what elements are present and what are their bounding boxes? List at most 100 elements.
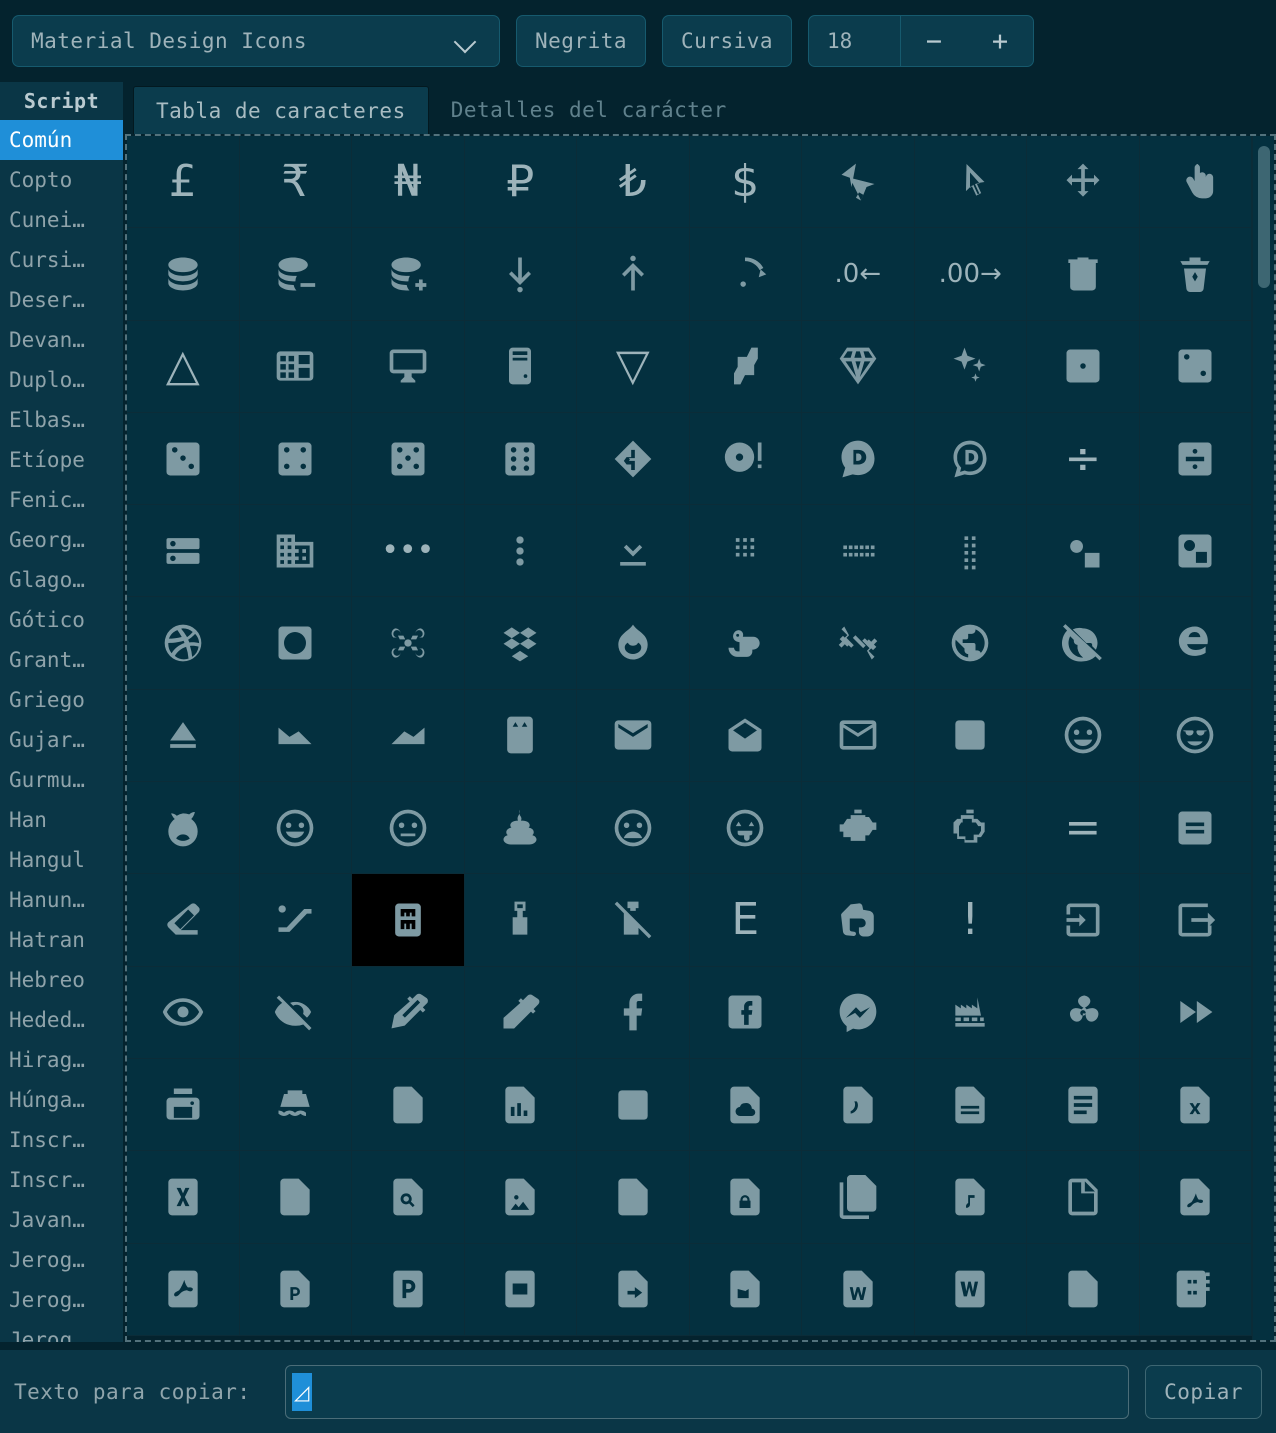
character-cell[interactable] [915,690,1028,782]
character-cell[interactable] [127,413,240,505]
script-item[interactable]: Jerog… [0,1320,123,1342]
character-cell[interactable] [690,690,803,782]
copy-text-input[interactable]: ◿ [285,1365,1130,1419]
script-item[interactable]: Común [0,120,123,160]
character-cell[interactable] [690,321,803,413]
font-size-value[interactable]: 18 [809,16,901,66]
italic-button[interactable]: Cursiva [662,15,792,67]
character-cell[interactable] [690,597,803,689]
script-item[interactable]: Hanun… [0,880,123,920]
character-cell[interactable] [465,782,578,874]
character-cell[interactable] [465,228,578,320]
character-cell[interactable] [1140,874,1253,966]
character-cell[interactable] [465,597,578,689]
character-cell[interactable] [240,1244,353,1336]
script-item[interactable]: Jerog… [0,1240,123,1280]
grid-vertical-scrollbar[interactable] [1252,136,1274,1340]
script-column-header[interactable]: Script [0,82,123,120]
character-cell[interactable]: ▽ [577,321,690,413]
font-size-decrease-button[interactable]: − [901,16,967,66]
scrollbar-thumb[interactable] [1258,146,1270,288]
script-item[interactable]: Javan… [0,1200,123,1240]
character-cell[interactable] [1140,228,1253,320]
script-item[interactable]: Georg… [0,520,123,560]
character-cell[interactable] [465,1151,578,1243]
character-cell[interactable] [465,321,578,413]
character-cell[interactable] [577,1059,690,1151]
character-cell[interactable] [352,1244,465,1336]
character-cell[interactable]: △ [127,321,240,413]
character-cell[interactable] [577,228,690,320]
character-cell[interactable] [1027,1151,1140,1243]
character-cell[interactable]: ₺ [577,136,690,228]
character-cell[interactable] [690,782,803,874]
script-item[interactable]: Han [0,800,123,840]
character-cell[interactable] [352,597,465,689]
script-item[interactable]: Gujar… [0,720,123,760]
character-cell[interactable] [1027,1244,1140,1336]
character-cell[interactable] [1140,413,1253,505]
character-cell[interactable] [915,136,1028,228]
character-grid[interactable]: £₹₦₽₺$.0←.00→△▽÷•••=E! [127,136,1252,1340]
character-cell[interactable] [1140,1151,1253,1243]
tab-character-details[interactable]: Detalles del carácter [429,86,749,134]
character-cell[interactable] [127,1059,240,1151]
character-cell[interactable] [127,505,240,597]
character-cell[interactable] [352,782,465,874]
script-item[interactable]: Hatran [0,920,123,960]
script-item[interactable]: Hangul [0,840,123,880]
character-cell[interactable] [127,967,240,1059]
character-cell[interactable] [1027,228,1140,320]
character-cell[interactable]: ₹ [240,136,353,228]
character-cell[interactable] [802,967,915,1059]
character-cell[interactable] [240,967,353,1059]
character-cell[interactable] [352,413,465,505]
character-cell[interactable] [915,597,1028,689]
character-cell[interactable] [240,1151,353,1243]
character-cell[interactable] [690,967,803,1059]
character-cell[interactable] [240,597,353,689]
character-cell[interactable] [240,321,353,413]
character-cell[interactable] [465,967,578,1059]
script-item[interactable]: Jerog… [0,1280,123,1320]
character-cell[interactable] [690,1244,803,1336]
script-item[interactable]: Copto [0,160,123,200]
character-cell[interactable] [1027,321,1140,413]
character-cell[interactable] [690,228,803,320]
character-cell[interactable] [1140,1059,1253,1151]
script-item[interactable]: Hebreo [0,960,123,1000]
character-cell[interactable] [915,1151,1028,1243]
character-cell[interactable] [240,413,353,505]
script-item[interactable]: Gurmu… [0,760,123,800]
character-cell[interactable] [915,1059,1028,1151]
character-cell[interactable] [240,228,353,320]
character-cell[interactable] [915,321,1028,413]
character-cell[interactable] [465,874,578,966]
character-cell[interactable] [1027,690,1140,782]
character-cell[interactable] [240,690,353,782]
character-cell[interactable] [1027,136,1140,228]
script-item[interactable]: Hirag… [0,1040,123,1080]
character-cell[interactable] [127,1244,240,1336]
character-cell[interactable] [1140,136,1253,228]
character-cell[interactable] [1140,597,1253,689]
character-cell[interactable] [1140,967,1253,1059]
character-cell[interactable] [352,967,465,1059]
character-cell[interactable]: ••• [352,505,465,597]
character-cell[interactable]: ₽ [465,136,578,228]
script-item[interactable]: Griego [0,680,123,720]
character-cell[interactable] [577,874,690,966]
character-cell[interactable] [577,690,690,782]
character-cell[interactable] [802,321,915,413]
character-cell[interactable]: ₦ [352,136,465,228]
character-cell[interactable] [465,1059,578,1151]
bold-button[interactable]: Negrita [516,15,646,67]
character-cell[interactable] [240,1059,353,1151]
character-cell[interactable] [1140,782,1253,874]
font-size-increase-button[interactable]: + [967,16,1033,66]
character-cell[interactable] [802,690,915,782]
script-item[interactable]: Inscr… [0,1120,123,1160]
character-cell[interactable]: E [690,874,803,966]
character-cell[interactable] [352,1059,465,1151]
script-item[interactable]: Duplo… [0,360,123,400]
